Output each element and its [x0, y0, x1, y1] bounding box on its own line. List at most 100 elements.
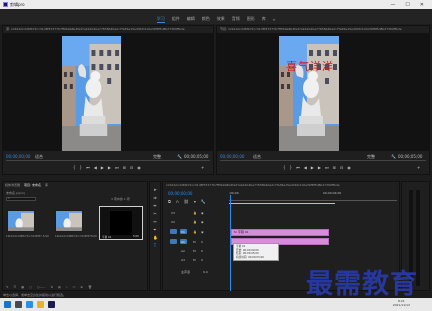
project-search-input[interactable]: [6, 197, 36, 201]
add-marker-icon[interactable]: ▾: [194, 199, 196, 204]
lock-icon[interactable]: 🔒: [193, 230, 197, 234]
mark-in-icon[interactable]: {: [73, 165, 76, 170]
overwrite-icon[interactable]: ⊟: [130, 165, 133, 170]
tab-learn[interactable]: 学习: [156, 16, 165, 23]
insert-icon[interactable]: ⊞: [123, 165, 126, 170]
tab-editing[interactable]: 编辑: [187, 16, 195, 22]
automate-icon[interactable]: ▤: [58, 285, 61, 289]
source-patch-v1[interactable]: [170, 229, 177, 234]
slip-tool-icon[interactable]: ↔: [153, 220, 157, 224]
work-area-bar[interactable]: [229, 203, 335, 204]
program-scrubber[interactable]: [220, 160, 426, 163]
wrench-icon[interactable]: 🔧: [177, 154, 182, 159]
nest-icon[interactable]: ⧉: [168, 199, 171, 204]
timeline-ruler[interactable]: [229, 197, 397, 201]
pen-tool-icon[interactable]: ✒: [153, 228, 157, 232]
task-view-icon[interactable]: [15, 301, 22, 308]
go-to-in-icon[interactable]: ⏮: [296, 165, 300, 170]
zoom-slider[interactable]: ○——: [37, 285, 46, 289]
settings-icon[interactable]: 🔧: [201, 199, 206, 204]
go-to-out-icon[interactable]: ⏭: [115, 165, 119, 170]
track-label-v2: V2: [171, 220, 175, 224]
export-frame-icon[interactable]: ◉: [347, 165, 351, 170]
icon-view-icon[interactable]: ▦: [21, 285, 24, 289]
mute-icon[interactable]: M: [193, 240, 196, 244]
new-bin-icon[interactable]: ▭: [73, 285, 76, 289]
trash-icon[interactable]: 🗑: [88, 285, 92, 289]
more-workspaces-icon[interactable]: »: [273, 17, 275, 22]
eye-icon[interactable]: ◉: [201, 230, 204, 234]
eye-icon[interactable]: ◉: [201, 220, 204, 224]
mute-icon[interactable]: M: [193, 258, 196, 262]
play-icon[interactable]: ▶: [311, 165, 314, 170]
step-forward-icon[interactable]: ▶: [318, 165, 321, 170]
solo-icon[interactable]: S: [201, 240, 203, 244]
lift-icon[interactable]: ⊞: [333, 165, 336, 170]
new-item-icon[interactable]: ⊕: [80, 285, 83, 289]
mute-icon[interactable]: M: [193, 249, 196, 253]
tab-project[interactable]: 项目: 未命名: [24, 182, 41, 189]
source-timecode[interactable]: 00;00;00;00: [6, 154, 30, 159]
tab-effects[interactable]: 效果: [217, 16, 225, 22]
minimize-icon[interactable]: —: [390, 2, 395, 8]
add-button-icon[interactable]: +: [417, 165, 420, 170]
razor-tool-icon[interactable]: ✂: [153, 212, 157, 216]
tab-library[interactable]: 库: [45, 182, 48, 189]
export-frame-icon[interactable]: ◉: [137, 165, 141, 170]
tab-libraries[interactable]: 库: [262, 16, 266, 22]
sort-icon[interactable]: ⇅: [51, 285, 54, 289]
premiere-taskbar-icon[interactable]: [48, 301, 55, 308]
find-icon[interactable]: ⌕: [66, 285, 68, 289]
lock-icon[interactable]: 🔒: [193, 211, 197, 215]
tab-audio[interactable]: 音频: [232, 16, 240, 22]
project-item-selected[interactable]: 字幕 01 5:00: [99, 206, 143, 240]
start-icon[interactable]: [4, 301, 11, 308]
linked-selection-icon[interactable]: ⛓: [184, 199, 189, 204]
tab-media-browser[interactable]: 媒体浏览器: [5, 182, 20, 189]
go-to-in-icon[interactable]: ⏮: [86, 165, 90, 170]
type-tool-icon[interactable]: T: [153, 244, 157, 248]
explorer-icon[interactable]: [37, 301, 44, 308]
project-item-thumbnail[interactable]: [7, 210, 35, 232]
selection-tool-icon[interactable]: ➤: [153, 188, 157, 192]
mark-out-icon[interactable]: }: [290, 165, 293, 170]
timeline-sequence-tab[interactable]: 12b1bdcdd6fb72cc31d8f37277b7ff0b9a6b2fa4…: [163, 182, 399, 188]
ripple-edit-tool-icon[interactable]: ⇹: [153, 204, 157, 208]
tab-assembly[interactable]: 组件: [172, 16, 180, 22]
program-viewer[interactable]: 喜气洋洋: [217, 33, 429, 151]
list-view-icon[interactable]: ☰: [14, 285, 17, 289]
maximize-icon[interactable]: ☐: [405, 2, 409, 8]
track-select-tool-icon[interactable]: ⇉: [153, 196, 157, 200]
lock-icon[interactable]: 🔒: [193, 220, 197, 224]
close-icon[interactable]: ✕: [420, 2, 424, 8]
title-clip[interactable]: fx 字幕 01: [231, 229, 329, 236]
step-back-icon[interactable]: ◀: [94, 165, 97, 170]
play-icon[interactable]: ▶: [101, 165, 104, 170]
edge-icon[interactable]: [26, 301, 33, 308]
timeline-timecode[interactable]: 00;00;00;00: [168, 191, 192, 196]
step-forward-icon[interactable]: ▶: [108, 165, 111, 170]
tab-color[interactable]: 颜色: [202, 16, 210, 22]
freeform-view-icon[interactable]: ▢: [29, 285, 32, 289]
add-button-icon[interactable]: +: [201, 165, 204, 170]
snap-icon[interactable]: ∩: [176, 199, 179, 204]
eye-icon[interactable]: ◉: [201, 211, 204, 215]
extract-icon[interactable]: ⊟: [340, 165, 343, 170]
solo-icon[interactable]: S: [201, 258, 203, 262]
solo-icon[interactable]: S: [201, 249, 203, 253]
wrench-icon[interactable]: 🔧: [391, 154, 396, 159]
pencil-icon[interactable]: ✎: [6, 285, 9, 289]
mark-in-icon[interactable]: {: [283, 165, 286, 170]
source-patch-a1[interactable]: [170, 239, 177, 244]
source-scrubber[interactable]: [6, 160, 210, 163]
hand-tool-icon[interactable]: ✋: [153, 236, 158, 240]
program-timecode[interactable]: 00;00;00;00: [220, 154, 244, 159]
master-volume-value[interactable]: 0.0: [203, 270, 208, 274]
tab-graphics[interactable]: 图形: [247, 16, 255, 22]
project-item-thumbnail[interactable]: [55, 210, 83, 232]
title-overlay-text[interactable]: 喜气洋洋: [281, 58, 339, 74]
step-back-icon[interactable]: ◀: [304, 165, 307, 170]
mark-out-icon[interactable]: }: [80, 165, 83, 170]
go-to-out-icon[interactable]: ⏭: [325, 165, 329, 170]
source-viewer[interactable]: [3, 33, 213, 151]
